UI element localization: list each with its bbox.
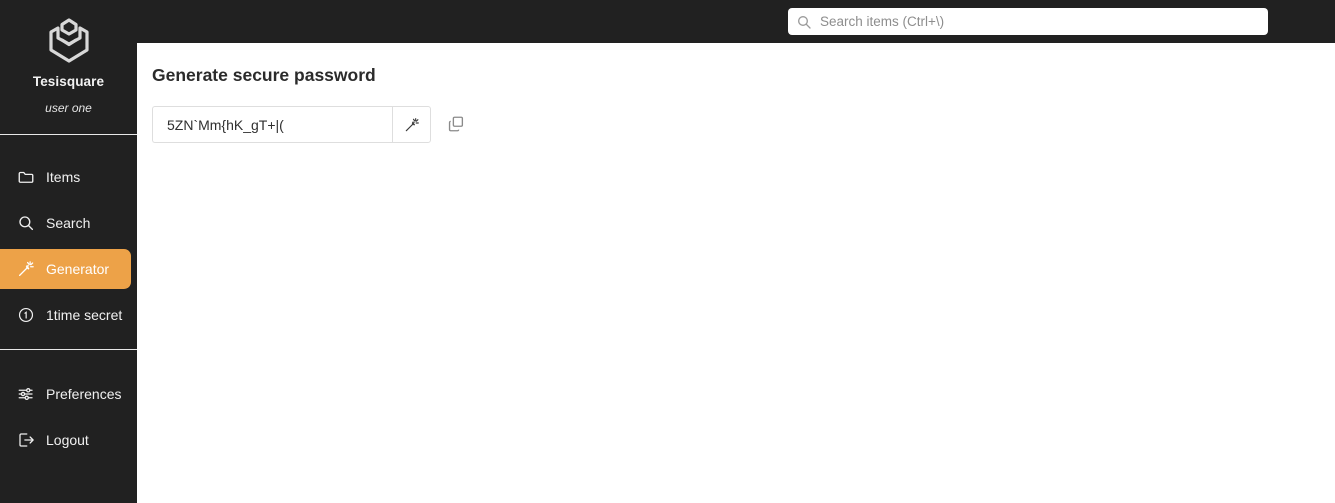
- brand-block: Tesisquare user one: [0, 0, 137, 134]
- magic-wand-icon: [16, 260, 35, 279]
- sidebar-nav-main: Items Search Generator 1time secret: [0, 135, 137, 341]
- top-header-bar: [0, 0, 1335, 43]
- sidebar-item-label: Generator: [46, 261, 110, 277]
- generated-password-input[interactable]: [167, 116, 378, 133]
- sidebar-item-items[interactable]: Items: [0, 157, 137, 197]
- app-root: Tesisquare user one Items: [0, 0, 1335, 503]
- sidebar-item-search[interactable]: Search: [0, 203, 137, 243]
- sidebar-item-preferences[interactable]: Preferences: [0, 374, 137, 414]
- password-field-wrapper[interactable]: [152, 106, 392, 143]
- search-icon: [796, 14, 812, 30]
- sidebar-item-label: Items: [46, 169, 81, 185]
- sidebar-item-label: Search: [46, 215, 91, 231]
- sidebar-item-label: 1time secret: [46, 307, 123, 323]
- brand-user: user one: [45, 101, 92, 115]
- sliders-icon: [16, 385, 35, 404]
- sidebar-item-label: Preferences: [46, 386, 122, 402]
- global-search-box[interactable]: [788, 8, 1268, 35]
- magic-wand-icon: [404, 117, 420, 133]
- circle-one-icon: [16, 306, 35, 325]
- search-icon: [16, 214, 35, 233]
- password-generator-row: [152, 106, 1335, 143]
- sidebar-nav-bottom: Preferences Logout: [0, 350, 137, 466]
- page-title: Generate secure password: [152, 65, 376, 85]
- search-input[interactable]: [820, 14, 1260, 29]
- sidebar-item-label: Logout: [46, 432, 89, 448]
- sidebar: Tesisquare user one Items Search Generat…: [0, 0, 137, 503]
- logout-icon: [16, 431, 35, 450]
- sidebar-item-logout[interactable]: Logout: [0, 420, 137, 460]
- sidebar-item-1time-secret[interactable]: 1time secret: [0, 295, 137, 335]
- folder-icon: [16, 168, 35, 187]
- copy-icon: [447, 115, 465, 133]
- brand-name: Tesisquare: [32, 74, 105, 89]
- main-content: Generate secure password: [137, 43, 1335, 503]
- copy-password-button[interactable]: [445, 113, 467, 135]
- sidebar-item-generator[interactable]: Generator: [0, 249, 131, 289]
- shield-chevron-logo-icon: [43, 16, 95, 68]
- generate-password-button[interactable]: [392, 106, 431, 143]
